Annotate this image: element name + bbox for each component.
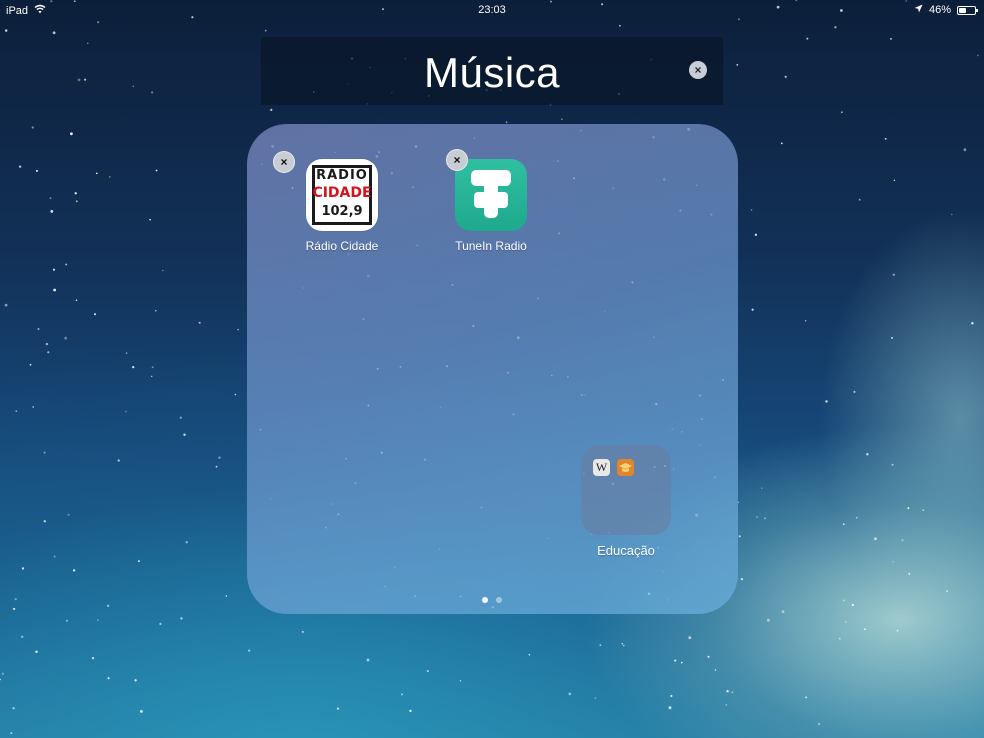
- app-tunein-radio[interactable]: TuneIn Radio: [436, 159, 546, 253]
- folder-panel: RÁDIO CIDADE 102,9 Rádio Cidade × TuneIn…: [247, 124, 738, 614]
- radio-cidade-icon[interactable]: RÁDIO CIDADE 102,9: [306, 159, 378, 231]
- delete-radio-cidade-button[interactable]: ×: [273, 151, 295, 173]
- page-dot[interactable]: [496, 597, 502, 603]
- radio-icon-text-2: CIDADE: [312, 185, 372, 201]
- app-label: Rádio Cidade: [305, 239, 379, 253]
- folder-name-field[interactable]: Música: [261, 37, 723, 105]
- wikipedia-icon: W: [593, 459, 610, 476]
- radio-icon-text-1: RÁDIO: [316, 168, 368, 183]
- app-label: TuneIn Radio: [455, 239, 527, 253]
- app-radio-cidade[interactable]: RÁDIO CIDADE 102,9 Rádio Cidade: [287, 159, 397, 253]
- ipad-home-screen: iPad 23:03 46% Música × RÁDIO CIDADE 102…: [0, 0, 984, 738]
- delete-tunein-button[interactable]: ×: [446, 149, 468, 171]
- battery-level: [959, 7, 966, 13]
- clear-folder-name-button[interactable]: ×: [689, 61, 707, 79]
- radio-icon-text-3: 102,9: [321, 204, 363, 219]
- folder-name[interactable]: Música: [261, 49, 723, 97]
- folder-icon[interactable]: W: [581, 445, 671, 535]
- page-indicator[interactable]: [0, 597, 984, 603]
- tunein-logo-icon: [471, 170, 511, 218]
- battery-percentage: 46%: [928, 4, 951, 16]
- tunein-icon[interactable]: [455, 159, 527, 231]
- page-dot[interactable]: [482, 597, 488, 603]
- status-bar: iPad 23:03 46%: [0, 0, 984, 20]
- folder-educacao[interactable]: W Educação: [571, 445, 681, 558]
- education-app-icon: [617, 459, 634, 476]
- folder-label: Educação: [597, 543, 655, 558]
- battery-icon: [957, 5, 978, 15]
- location-arrow-icon: [914, 4, 923, 16]
- status-time: 23:03: [478, 4, 506, 16]
